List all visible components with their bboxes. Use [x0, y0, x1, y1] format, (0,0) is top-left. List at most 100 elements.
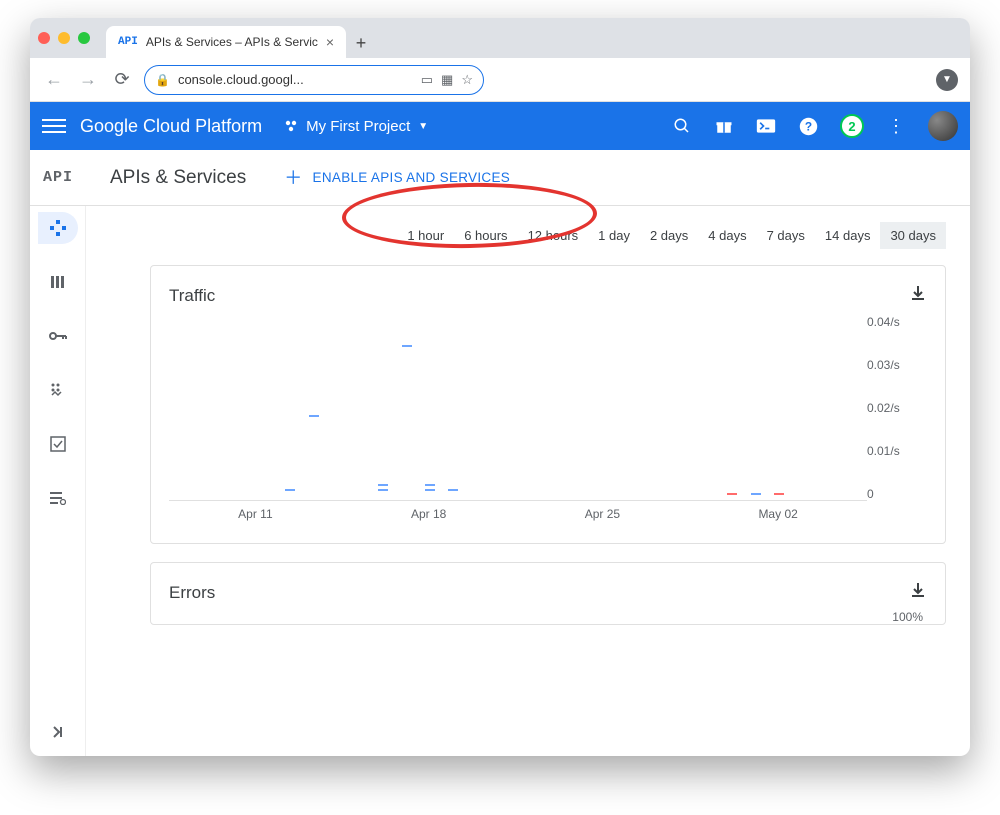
svg-text:?: ? [804, 119, 811, 133]
chart-plot-area [169, 315, 867, 501]
new-tab-button[interactable]: + [346, 28, 376, 58]
window-minimize-button[interactable] [58, 32, 70, 44]
tab-favicon: API [118, 36, 138, 48]
key-icon [49, 331, 67, 341]
download-button[interactable] [909, 284, 927, 307]
chart-y-axis: 0.04/s 0.03/s 0.02/s 0.01/s 0 [867, 315, 927, 501]
consent-icon [50, 382, 66, 398]
errors-ylabel: 100% [169, 610, 927, 624]
time-range-option[interactable]: 6 hours [454, 222, 517, 249]
data-point [751, 493, 761, 495]
x-tick: Apr 18 [411, 507, 446, 521]
browser-toolbar: ← → ⟳ 🔒 console.cloud.googl... ▭ ▦ ☆ ▼ [30, 58, 970, 102]
gcp-header: Google Cloud Platform My First Project ▼… [30, 102, 970, 150]
chevron-right-icon [51, 725, 65, 739]
time-range-option[interactable]: 14 days [815, 222, 881, 249]
url-text: console.cloud.googl... [178, 72, 304, 87]
data-point [774, 493, 784, 495]
download-icon [909, 284, 927, 302]
x-tick: Apr 25 [585, 507, 620, 521]
settings-list-icon [50, 491, 66, 505]
sidebar-item-oauth-consent[interactable] [38, 374, 78, 406]
star-icon[interactable]: ☆ [461, 72, 473, 88]
search-icon[interactable] [672, 116, 692, 136]
time-range-selector: 1 hour6 hours12 hours1 day2 days4 days7 … [86, 206, 970, 257]
y-tick: 0.02/s [867, 401, 927, 415]
x-tick: May 02 [758, 507, 797, 521]
project-name: My First Project [306, 118, 410, 135]
gift-icon[interactable] [714, 116, 734, 136]
window-close-button[interactable] [38, 32, 50, 44]
download-icon [909, 581, 927, 599]
cloud-shell-icon[interactable] [756, 116, 776, 136]
data-point [378, 484, 388, 486]
profile-menu-button[interactable]: ▼ [936, 69, 958, 91]
navigation-menu-button[interactable] [42, 114, 66, 138]
sidebar-item-library[interactable] [38, 266, 78, 298]
page-header: API APIs & Services ＋ ENABLE APIS AND SE… [30, 150, 970, 206]
card-title: Traffic [169, 286, 215, 306]
data-point [402, 345, 412, 347]
project-picker[interactable]: My First Project ▼ [276, 114, 436, 139]
download-button[interactable] [909, 581, 927, 604]
traffic-card: Traffic 0.04/s 0.03/s 0.02/s 0.01/s 0 Apr 11… [150, 265, 946, 544]
project-icon [284, 119, 298, 133]
help-icon[interactable]: ? [798, 116, 818, 136]
time-range-option[interactable]: 1 day [588, 222, 640, 249]
card-title: Errors [169, 583, 215, 603]
sidebar [30, 206, 86, 756]
sidebar-expand-button[interactable] [51, 725, 65, 744]
y-tick: 0 [867, 487, 927, 501]
data-point [378, 489, 388, 491]
sidebar-item-page-usage[interactable] [38, 482, 78, 514]
avatar[interactable] [928, 111, 958, 141]
device-icon[interactable]: ▭ [421, 72, 433, 88]
notifications-badge[interactable]: 2 [840, 114, 864, 138]
nav-forward-button[interactable]: → [76, 69, 100, 90]
data-point [448, 489, 458, 491]
y-tick: 0.03/s [867, 358, 927, 372]
data-point [285, 489, 295, 491]
window-zoom-button[interactable] [78, 32, 90, 44]
time-range-option[interactable]: 1 hour [397, 222, 454, 249]
chart-x-axis: Apr 11 Apr 18 Apr 25 May 02 [169, 503, 867, 525]
sidebar-item-credentials[interactable] [38, 320, 78, 352]
x-tick: Apr 11 [238, 507, 272, 521]
data-point [727, 493, 737, 495]
address-bar[interactable]: 🔒 console.cloud.googl... ▭ ▦ ☆ [144, 65, 484, 95]
lock-icon: 🔒 [155, 73, 170, 87]
close-icon[interactable]: × [326, 34, 334, 50]
time-range-option[interactable]: 7 days [757, 222, 815, 249]
traffic-chart: 0.04/s0.03/s0.02/s0.01/s0 Apr 11Apr 18Ap… [169, 315, 927, 525]
y-tick: 0.04/s [867, 315, 927, 329]
more-icon[interactable]: ⋮ [886, 116, 906, 136]
data-point [309, 415, 319, 417]
sidebar-item-dashboard[interactable] [38, 212, 78, 244]
browser-tab[interactable]: API APIs & Services – APIs & Servic × [106, 26, 346, 58]
enable-apis-button[interactable]: ＋ ENABLE APIS AND SERVICES [270, 162, 524, 193]
qr-icon[interactable]: ▦ [441, 72, 453, 88]
sidebar-item-domain-verification[interactable] [38, 428, 78, 460]
main-content: 1 hour6 hours12 hours1 day2 days4 days7 … [86, 206, 970, 756]
nav-back-button[interactable]: ← [42, 69, 66, 90]
library-icon [50, 274, 66, 290]
data-point [425, 489, 435, 491]
gcp-brand[interactable]: Google Cloud Platform [80, 116, 262, 137]
time-range-option[interactable]: 12 hours [518, 222, 589, 249]
gcp-utilities: ? 2 ⋮ [672, 111, 958, 141]
dashboard-icon [50, 220, 66, 236]
window-traffic-lights [38, 18, 90, 58]
enable-apis-label: ENABLE APIS AND SERVICES [313, 170, 511, 185]
y-tick: 0.01/s [867, 444, 927, 458]
checkbox-icon [50, 436, 66, 452]
browser-window: API APIs & Services – APIs & Servic × + … [30, 18, 970, 756]
time-range-option[interactable]: 30 days [880, 222, 946, 249]
api-logo: API [30, 169, 86, 186]
browser-tabbar: API APIs & Services – APIs & Servic × + [30, 18, 970, 58]
nav-reload-button[interactable]: ⟳ [110, 69, 134, 90]
time-range-option[interactable]: 2 days [640, 222, 698, 249]
tab-title: APIs & Services – APIs & Servic [146, 35, 318, 49]
time-range-option[interactable]: 4 days [698, 222, 756, 249]
data-point [425, 484, 435, 486]
chevron-down-icon: ▼ [418, 121, 428, 132]
